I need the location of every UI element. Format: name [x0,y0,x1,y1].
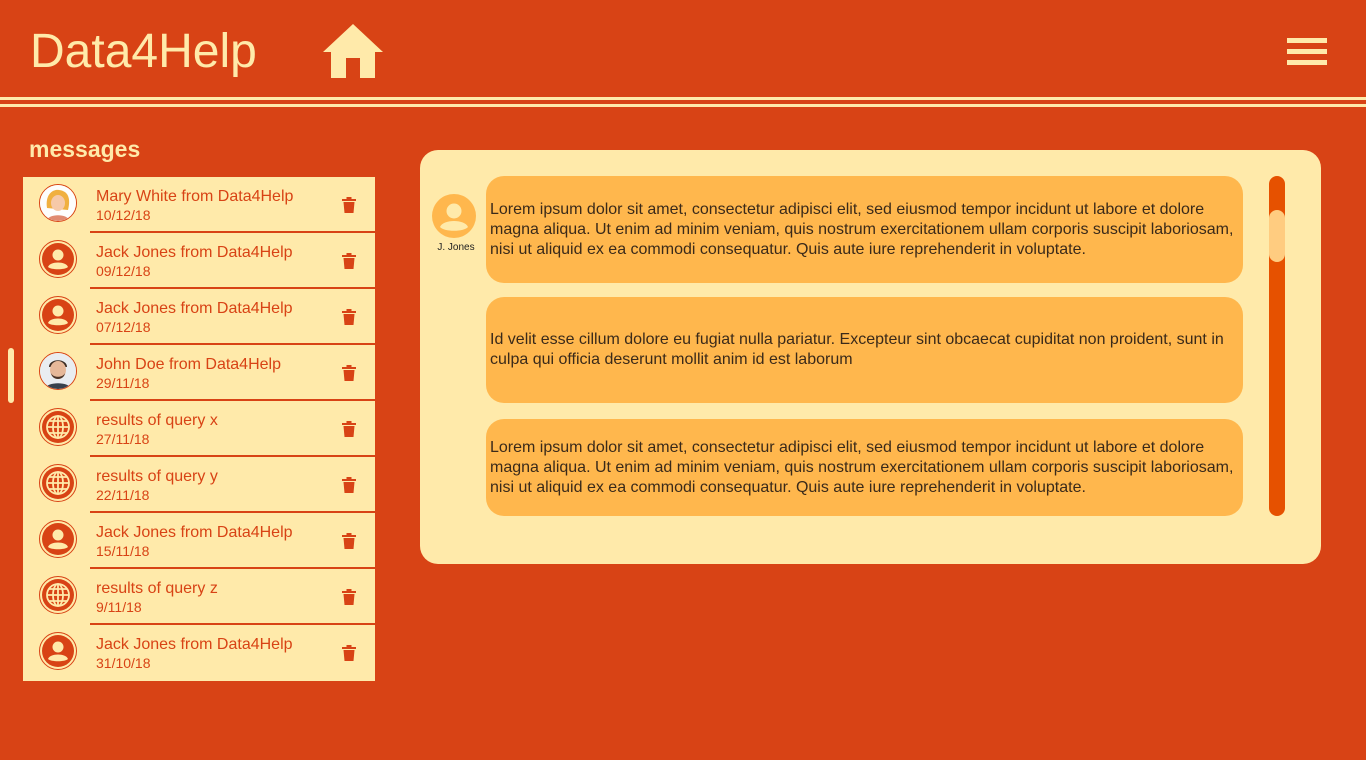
message-date: 10/12/18 [96,207,151,223]
chat-scrollbar-thumb[interactable] [1269,210,1285,262]
list-item[interactable]: Jack Jones from Data4Help 31/10/18 [23,625,375,681]
person-icon [39,632,77,670]
message-text: Lorem ipsum dolor sit amet, consectetur … [490,200,1234,258]
message-date: 9/11/18 [96,599,142,615]
message-title: Jack Jones from Data4Help [96,244,293,261]
list-item[interactable]: results of query y 22/11/18 [23,457,375,513]
avatar [39,184,77,222]
message-bubble: Id velit esse cillum dolore eu fugiat nu… [486,297,1243,403]
globe-icon [41,466,74,499]
menu-bar [1287,38,1327,43]
person-icon [41,298,74,331]
list-item[interactable]: results of query x 27/11/18 [23,401,375,457]
header-divider [0,104,1366,107]
message-date: 22/11/18 [96,487,150,503]
trash-icon[interactable] [342,589,356,605]
list-item[interactable]: John Doe from Data4Help 29/11/18 [23,345,375,401]
message-list: Mary White from Data4Help 10/12/18 Jack Jo… [23,177,375,681]
sender-name: J. Jones [437,242,475,253]
message-bubble: Lorem ipsum dolor sit amet, consectetur … [486,419,1243,516]
message-title: Jack Jones from Data4Help [96,636,293,653]
hamburger-menu-button[interactable] [1287,36,1329,68]
message-title: results of query y [96,468,218,485]
trash-icon[interactable] [342,421,356,437]
message-date: 15/11/18 [96,543,150,559]
trash-icon[interactable] [342,197,356,213]
message-title: Mary White from Data4Help [96,188,294,205]
globe-icon [41,410,74,443]
message-date: 31/10/18 [96,655,151,671]
message-date: 07/12/18 [96,319,151,335]
person-icon [39,240,77,278]
chat-panel: J. Jones Lorem ipsum dolor sit amet, con… [420,150,1321,564]
header-divider [0,97,1366,100]
message-date: 27/11/18 [96,431,150,447]
avatar-photo [40,185,76,221]
message-title: Jack Jones from Data4Help [96,524,293,541]
globe-icon [39,576,77,614]
page: Data4Help messages Mary White from Data4… [0,0,1366,760]
message-text: Id velit esse cillum dolore eu fugiat nu… [490,331,1224,368]
trash-icon[interactable] [342,645,356,661]
globe-icon [39,408,77,446]
menu-bar [1287,60,1327,65]
list-item[interactable]: results of query z 9/11/18 [23,569,375,625]
message-bubble: Lorem ipsum dolor sit amet, consectetur … [486,176,1243,283]
message-text: Lorem ipsum dolor sit amet, consectetur … [490,438,1234,496]
list-item[interactable]: Jack Jones from Data4Help 09/12/18 [23,233,375,289]
person-icon [432,194,476,238]
messages-title: messages [29,136,141,162]
message-title: results of query x [96,412,218,429]
sender-avatar [432,194,476,238]
home-button[interactable] [322,22,384,80]
chat-scrollbar[interactable] [1269,176,1285,516]
list-item[interactable]: Jack Jones from Data4Help 07/12/18 [23,289,375,345]
message-title: Jack Jones from Data4Help [96,300,293,317]
person-icon [41,634,74,667]
trash-icon[interactable] [342,365,356,381]
app-title: Data4Help [30,25,257,78]
person-icon [39,520,77,558]
trash-icon[interactable] [342,533,356,549]
trash-icon[interactable] [342,309,356,325]
message-title: results of query z [96,580,218,597]
sidebar-scroll-handle[interactable] [8,348,14,403]
person-icon [41,522,74,555]
menu-bar [1287,49,1327,54]
globe-icon [39,464,77,502]
list-item[interactable]: Mary White from Data4Help 10/12/18 [23,177,375,233]
person-icon [41,242,74,275]
trash-icon[interactable] [342,477,356,493]
message-title: John Doe from Data4Help [96,356,281,373]
home-icon [323,24,383,78]
message-date: 09/12/18 [96,263,151,279]
globe-icon [41,578,74,611]
message-date: 29/11/18 [96,375,150,391]
trash-icon[interactable] [342,253,356,269]
avatar-photo [40,353,76,389]
avatar [39,352,77,390]
person-icon [39,296,77,334]
list-item[interactable]: Jack Jones from Data4Help 15/11/18 [23,513,375,569]
